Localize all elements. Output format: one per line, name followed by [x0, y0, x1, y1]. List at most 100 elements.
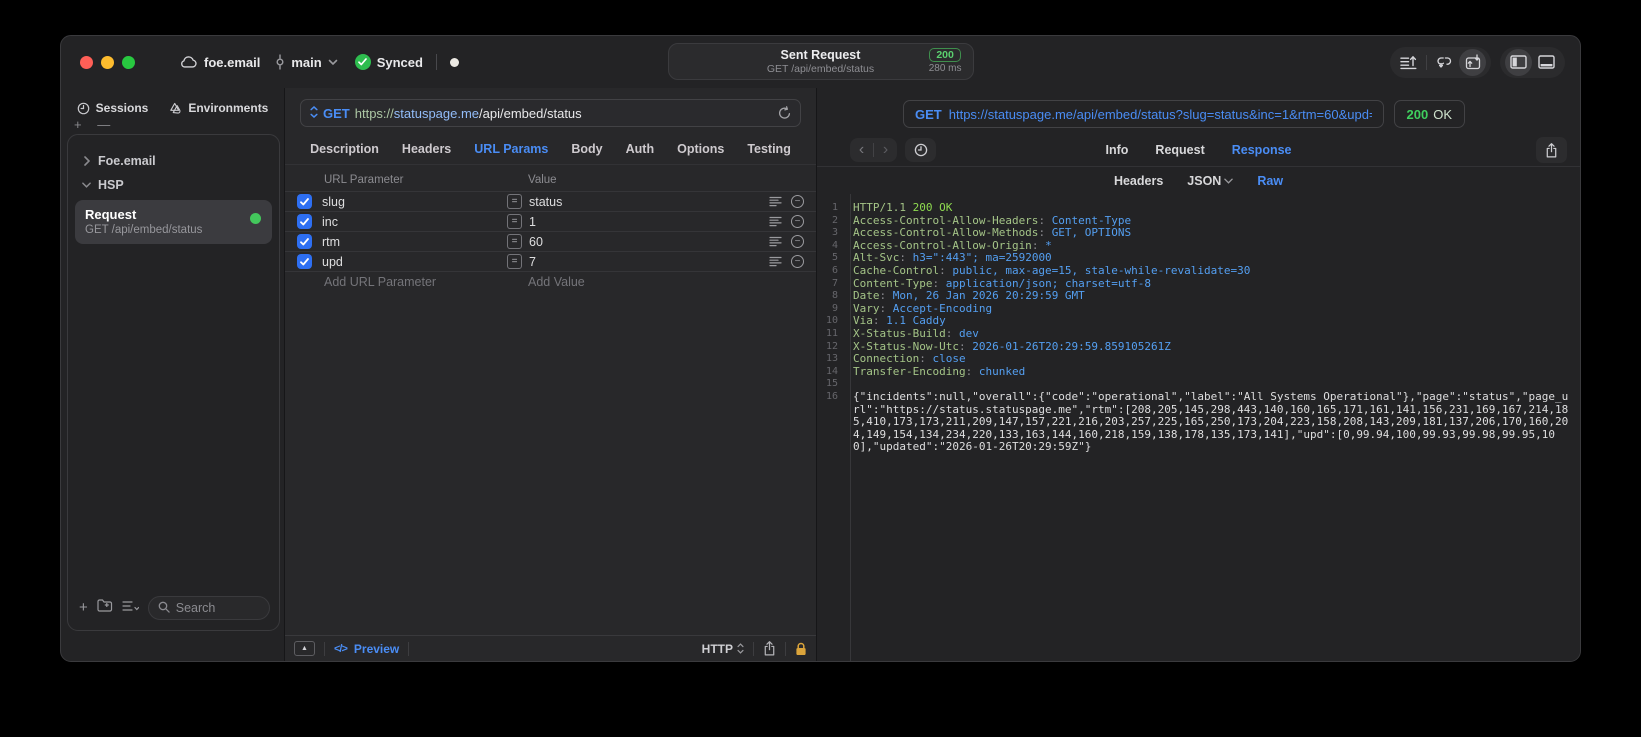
response-toolbar: ‹ › Info Request Response — [817, 134, 1580, 167]
sent-request-subtitle: GET /api/embed/status — [766, 63, 875, 75]
close-window-button[interactable] — [80, 55, 93, 69]
request-url[interactable]: https://statuspage.me/api/embed/status — [355, 106, 582, 121]
param-row[interactable]: upd = 7 − — [285, 251, 816, 271]
branch-menu[interactable]: main — [275, 54, 338, 70]
param-checkbox[interactable] — [297, 214, 312, 229]
line-number: 1 — [831, 202, 838, 213]
reload-icon[interactable] — [778, 106, 791, 120]
param-options-icon[interactable] — [769, 256, 782, 267]
param-value[interactable]: 1 — [529, 215, 769, 229]
project-menu[interactable]: foe.email — [179, 55, 260, 70]
main-content: Sessions Environments + — Foe.email HSP — [61, 88, 1580, 661]
line-number: 16 — [825, 390, 838, 402]
param-name[interactable]: upd — [322, 255, 507, 269]
remove-param-icon[interactable]: − — [791, 195, 804, 208]
response-raw-view[interactable]: 1 HTTP/1.1 200 OK 2 Access-Control-Allow-He… — [817, 194, 1580, 661]
param-options-icon[interactable] — [769, 196, 782, 207]
sync-status[interactable]: Synced — [354, 54, 423, 70]
tab-auth[interactable]: Auth — [626, 142, 654, 156]
resend-request-button[interactable] — [1459, 48, 1486, 76]
response-line: 16 {"incidents":null,"overall":{"code":"o… — [817, 390, 1572, 454]
response-status-code: 200 — [1406, 106, 1429, 122]
link-button[interactable] — [1431, 49, 1458, 76]
line-number: 10 — [825, 315, 838, 327]
lock-icon[interactable] — [795, 642, 807, 656]
sidebar-group-foe-email[interactable]: Foe.email — [75, 149, 272, 173]
param-row[interactable]: inc = 1 − — [285, 211, 816, 231]
tab-headers[interactable]: Headers — [402, 142, 451, 156]
tab-description[interactable]: Description — [310, 142, 379, 156]
session-add-remove[interactable]: + — — [74, 118, 284, 134]
toggle-bottom-panel-button[interactable] — [1533, 49, 1560, 76]
sidebar-request-item[interactable]: Request GET /api/embed/status — [75, 200, 272, 244]
line-number: 4 — [831, 239, 838, 251]
tab-request[interactable]: Request — [1155, 143, 1204, 157]
tab-body[interactable]: Body — [571, 142, 602, 156]
app-window: foe.email main Synced Sent Request GET /… — [60, 35, 1581, 662]
updown-icon — [737, 643, 744, 654]
unsaved-indicator-dot — [449, 57, 459, 67]
response-url: https://statuspage.me/api/embed/status?s… — [948, 106, 1372, 122]
line-number: 8 — [831, 290, 838, 302]
zoom-window-button[interactable] — [122, 55, 135, 69]
add-param-placeholder[interactable]: Add URL Parameter — [324, 275, 528, 289]
tab-options[interactable]: Options — [677, 142, 724, 156]
sidebar: Sessions Environments + — Foe.email HSP — [61, 88, 284, 661]
param-value[interactable]: status — [529, 195, 769, 209]
tab-url-params[interactable]: URL Params — [474, 142, 548, 156]
param-checkbox[interactable] — [297, 254, 312, 269]
preview-button[interactable]: </> Preview — [334, 642, 399, 656]
sidebar-footer: + Search — [75, 594, 272, 622]
sidebar-group-hsp[interactable]: HSP — [75, 173, 272, 197]
tab-testing[interactable]: Testing — [747, 142, 791, 156]
forward-button[interactable]: › — [874, 139, 897, 161]
sidebar-tab-sessions[interactable]: Sessions — [77, 101, 148, 115]
back-button[interactable]: ‹ — [850, 139, 873, 161]
param-checkbox[interactable] — [297, 194, 312, 209]
param-options-icon[interactable] — [769, 236, 782, 247]
request-url-bar[interactable]: GET https://statuspage.me/api/embed/stat… — [300, 99, 801, 127]
add-request-button[interactable]: + — [79, 600, 88, 615]
remove-param-icon[interactable]: − — [791, 235, 804, 248]
param-value[interactable]: 60 — [529, 235, 769, 249]
history-button[interactable] — [905, 138, 936, 162]
search-placeholder: Search — [175, 601, 216, 615]
remove-param-icon[interactable]: − — [791, 255, 804, 268]
toolbar-separator — [1426, 54, 1427, 70]
check-circle-icon — [354, 54, 371, 70]
subtab-json[interactable]: JSON — [1187, 174, 1234, 188]
equals-icon: = — [507, 214, 522, 229]
subtab-raw[interactable]: Raw — [1257, 174, 1283, 188]
expand-panel-button[interactable]: ▲ — [294, 641, 315, 656]
sort-list-button[interactable] — [122, 599, 139, 617]
tab-response[interactable]: Response — [1232, 143, 1292, 157]
request-tabs: Description Headers URL Params Body Auth Opti… — [285, 134, 816, 165]
param-row[interactable]: rtm = 60 − — [285, 231, 816, 251]
param-value[interactable]: 7 — [529, 255, 769, 269]
line-number: 15 — [825, 378, 838, 390]
param-row[interactable]: slug = status − — [285, 191, 816, 211]
protocol-selector[interactable]: HTTP — [702, 642, 744, 656]
method-updown-icon[interactable] — [310, 105, 318, 121]
response-request-url[interactable]: GET https://statuspage.me/api/embed/stat… — [903, 100, 1384, 128]
add-param-row[interactable]: Add URL Parameter Add Value — [285, 271, 816, 292]
share-icon[interactable] — [763, 641, 776, 656]
param-name[interactable]: inc — [322, 215, 507, 229]
param-name[interactable]: rtm — [322, 235, 507, 249]
add-value-placeholder[interactable]: Add Value — [528, 275, 585, 289]
minimize-window-button[interactable] — [101, 55, 114, 69]
sent-request-pill[interactable]: Sent Request GET /api/embed/status 200 2… — [667, 43, 974, 80]
sidebar-search-input[interactable]: Search — [147, 596, 270, 620]
import-export-button[interactable] — [1395, 49, 1422, 76]
remove-param-icon[interactable]: − — [791, 215, 804, 228]
param-checkbox[interactable] — [297, 234, 312, 249]
request-method[interactable]: GET — [323, 106, 350, 121]
param-name[interactable]: slug — [322, 195, 507, 209]
sidebar-tab-environments[interactable]: Environments — [168, 101, 268, 115]
export-response-button[interactable] — [1536, 137, 1567, 163]
subtab-headers[interactable]: Headers — [1114, 174, 1163, 188]
new-folder-button[interactable] — [97, 599, 113, 617]
toggle-sidebar-button[interactable] — [1505, 48, 1532, 76]
tab-info[interactable]: Info — [1106, 143, 1129, 157]
param-options-icon[interactable] — [769, 216, 782, 227]
